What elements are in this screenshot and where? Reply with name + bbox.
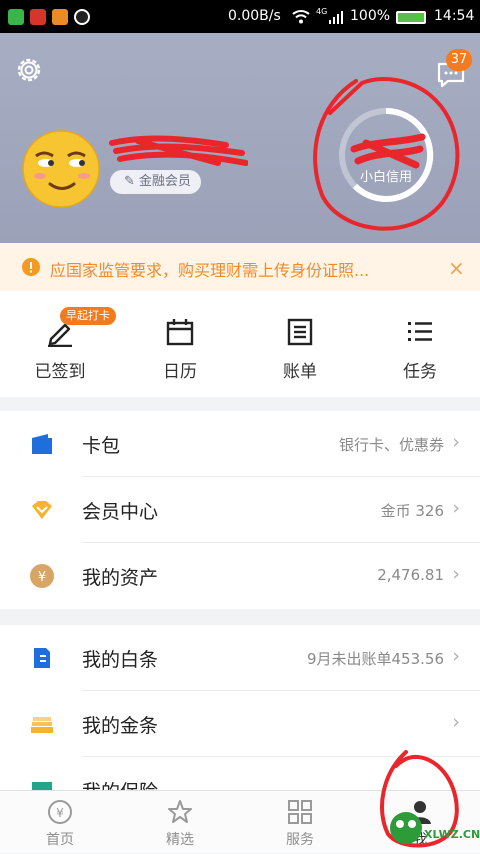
list-item-label: 我的白条: [82, 649, 159, 671]
account-section: 卡包 银行卡、优惠券 › 会员中心 金币 326 › ¥ 我的资产 2,476.…: [0, 411, 480, 609]
quick-action-label: 任务: [403, 362, 437, 382]
watermark-logo-icon: [390, 812, 422, 844]
redacted-username-scribble: [109, 135, 248, 166]
quick-actions: 早起打卡 已签到 日历 账单 任务: [0, 291, 480, 397]
battery-percent: 100%: [350, 8, 391, 24]
list-item-value: 9月未出账单453.56: [306, 650, 444, 668]
list-item-value: 2,476.81: [377, 566, 444, 584]
chevron-right-icon: ›: [452, 431, 460, 453]
tab-label: 首页: [46, 832, 74, 848]
svg-text:¥: ¥: [56, 806, 64, 820]
list-item-value: 金币 326: [380, 502, 444, 520]
qq-icon: [74, 9, 90, 25]
red-annotation-circle: [313, 77, 460, 231]
list-item-value: 银行卡、优惠券: [338, 436, 444, 454]
svg-text:¥: ¥: [38, 570, 46, 585]
list-item-label: 卡包: [82, 435, 121, 457]
notice-text: 应国家监管要求，购买理财需上传身份证照...: [50, 261, 370, 280]
profile-header: 37 ✎ 金融会员 小白信用: [0, 33, 480, 243]
watermark: XLWZ.CN: [386, 806, 480, 850]
chevron-right-icon: ›: [452, 645, 460, 667]
calendar-icon: [166, 319, 194, 346]
list-item-card-wallet[interactable]: 卡包 银行卡、优惠券 ›: [0, 411, 480, 477]
list-item-label: 会员中心: [82, 501, 159, 523]
tab-label: 精选: [166, 832, 194, 848]
chevron-right-icon: ›: [452, 711, 460, 733]
tab-label: 服务: [286, 832, 314, 848]
clock: 14:54: [434, 8, 475, 24]
bill-icon: [287, 318, 313, 346]
pen-icon: ✎: [124, 174, 135, 189]
quick-action-tasks[interactable]: 任务: [360, 291, 480, 397]
quick-action-label: 日历: [163, 362, 197, 382]
star-icon: [168, 800, 192, 823]
list-item-member-center[interactable]: 会员中心 金币 326 ›: [0, 477, 480, 543]
chevron-right-icon: ›: [452, 563, 460, 585]
gold-bar-icon: [31, 717, 53, 733]
list-item-label: 我的保险: [82, 777, 158, 790]
list-item-my-assets[interactable]: ¥ 我的资产 2,476.81 ›: [0, 543, 480, 609]
network-type: 4G: [316, 7, 328, 16]
quick-action-calendar[interactable]: 日历: [120, 291, 240, 397]
member-badge-label: 金融会员: [138, 174, 191, 189]
list-item-label: 我的资产: [82, 567, 159, 589]
gear-icon[interactable]: [14, 55, 44, 85]
quick-action-bill[interactable]: 账单: [240, 291, 360, 397]
diamond-icon: [32, 501, 52, 519]
card-wallet-icon: [32, 434, 52, 454]
list-icon: [408, 322, 432, 341]
close-icon[interactable]: ×: [448, 256, 465, 280]
shield-app-icon: [8, 9, 24, 25]
member-badge[interactable]: ✎ 金融会员: [110, 170, 201, 194]
watermark-text: XLWZ.CN: [424, 828, 480, 841]
yuan-coin-icon: ¥: [30, 564, 54, 588]
tab-services[interactable]: 服务: [240, 791, 360, 854]
grid-icon: [288, 800, 312, 824]
quick-action-label: 账单: [283, 362, 317, 382]
tab-home[interactable]: ¥ 首页: [0, 791, 120, 854]
list-item-white-bar[interactable]: 我的白条 9月未出账单453.56 ›: [0, 625, 480, 691]
info-icon: [22, 258, 40, 276]
wifi-icon: [292, 10, 310, 24]
regulation-notice[interactable]: 应国家监管要求，购买理财需上传身份证照... ×: [0, 243, 480, 291]
early-checkin-badge: 早起打卡: [60, 307, 116, 325]
avatar[interactable]: [22, 130, 100, 208]
quick-action-label: 已签到: [34, 362, 86, 382]
chevron-right-icon: ›: [452, 497, 460, 519]
home-yuan-icon: ¥: [48, 800, 72, 824]
list-item-label: 我的金条: [82, 715, 159, 737]
signal-icon: [329, 11, 343, 24]
insurance-icon: [32, 782, 52, 790]
battery-icon: [396, 11, 426, 24]
tab-featured[interactable]: 精选: [120, 791, 240, 854]
net-speed: 0.00B/s: [228, 8, 281, 24]
red-app-icon: [30, 9, 46, 25]
status-bar: 0.00B/s 4G 100% 14:54: [0, 0, 480, 33]
orange-app-icon: [52, 9, 68, 25]
message-count-badge: 37: [446, 49, 472, 71]
quick-action-signed-in[interactable]: 早起打卡 已签到: [0, 291, 120, 397]
white-bar-icon: [34, 648, 50, 668]
